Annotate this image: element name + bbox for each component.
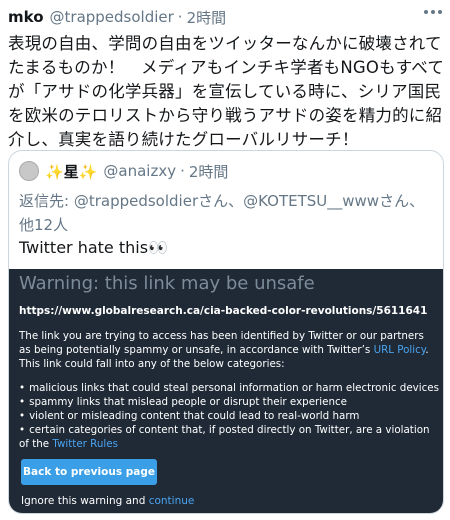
tweet-header: mko @trappedsoldier · 2時間 — [8, 6, 442, 28]
warning-url: https://www.globalresearch.ca/cia-backed… — [19, 305, 428, 317]
more-horizontal-icon[interactable] — [424, 10, 442, 14]
warning-body-text: The link you are trying to access has be… — [19, 330, 424, 356]
author-name[interactable]: mko — [8, 8, 44, 26]
warning-title: Warning: this link may be unsafe — [19, 273, 315, 294]
reply-handle-link[interactable]: @KOTETSU__www — [243, 192, 379, 210]
list-item: certain categories of content that, if p… — [19, 423, 439, 451]
avatar[interactable] — [19, 161, 39, 181]
ignore-text: Ignore this warning and — [21, 495, 149, 507]
back-to-previous-page-button[interactable]: Back to previous page — [21, 459, 157, 485]
tweet-time[interactable]: 2時間 — [187, 7, 227, 28]
unsafe-link-warning: Warning: this link may be unsafe https:/… — [9, 269, 443, 513]
reply-middle: さん、 — [198, 192, 244, 210]
quote-text: Twitter hate this👀 — [19, 238, 168, 257]
list-item: violent or misleading content that could… — [19, 409, 439, 423]
quote-header: ✨星✨ @anaizxy · 2時間 — [19, 159, 228, 183]
sparkle-icon: ✨ — [45, 162, 64, 181]
reply-to-line: 返信先: @trappedsoldierさん、@KOTETSU__wwwさん、他… — [19, 189, 439, 237]
author-handle[interactable]: @trappedsoldier — [50, 8, 174, 26]
quote-time[interactable]: 2時間 — [189, 161, 229, 182]
continue-link[interactable]: continue — [149, 495, 195, 507]
warning-body: The link you are trying to access has be… — [19, 329, 435, 371]
ignore-warning-line: Ignore this warning and continue — [21, 495, 194, 507]
list-item: malicious links that could steal persona… — [19, 381, 439, 395]
list-item: spammy links that mislead people or disr… — [19, 395, 439, 409]
quote-author-name-text: 星 — [63, 162, 79, 181]
sparkle-icon: ✨ — [78, 162, 98, 181]
quoted-tweet-card[interactable]: ✨星✨ @anaizxy · 2時間 返信先: @trappedsoldierさ… — [8, 150, 444, 514]
quote-author-name[interactable]: ✨星✨ — [45, 161, 97, 182]
quote-author-handle[interactable]: @anaizxy — [103, 162, 176, 180]
reply-handle-link[interactable]: @trappedsoldier — [74, 192, 198, 210]
twitter-rules-link[interactable]: Twitter Rules — [52, 438, 118, 450]
warning-categories-list: malicious links that could steal persona… — [19, 381, 439, 451]
separator-dot: · — [180, 162, 185, 180]
tweet-text: 表現の自由、学問の自由をツイッターなんかに破壊されてたまるものか！ メディアもイ… — [8, 34, 445, 149]
separator-dot: · — [177, 8, 183, 26]
reply-prefix: 返信先: — [19, 192, 74, 210]
url-policy-link[interactable]: URL Policy — [374, 344, 426, 356]
